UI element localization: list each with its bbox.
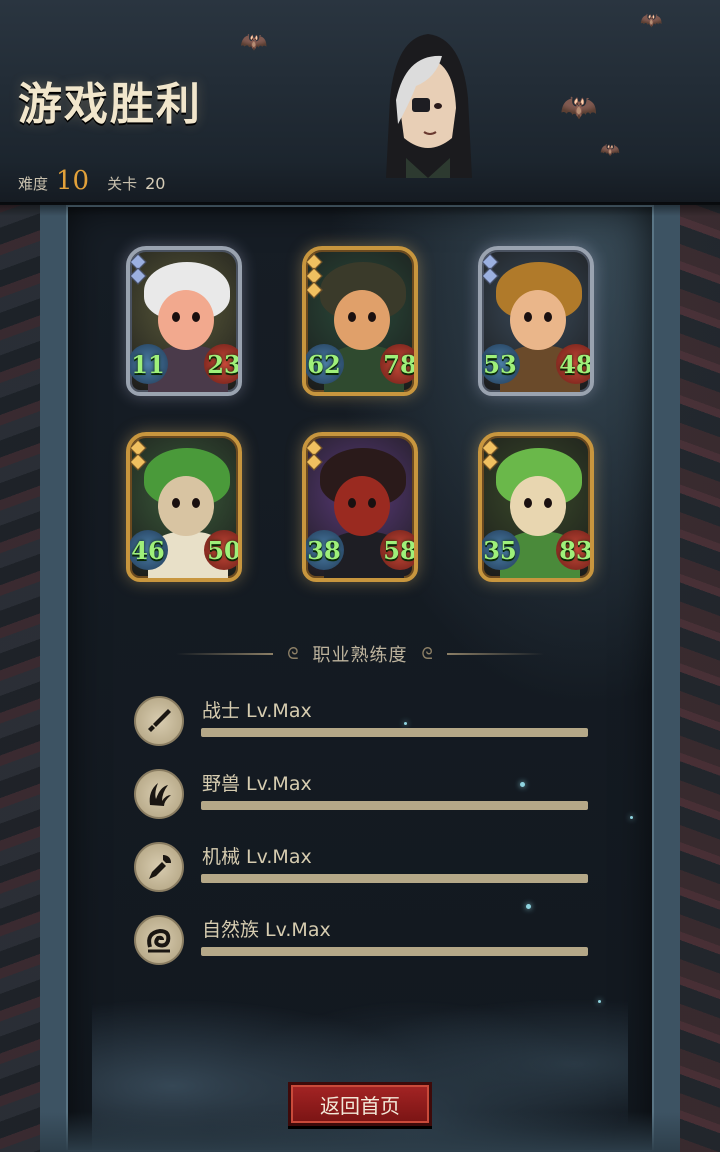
rank-gem-icon	[130, 267, 147, 285]
page-title: 游戏胜利	[18, 79, 202, 130]
attack-stat: 62	[306, 344, 344, 384]
attack-stat: 35	[482, 530, 520, 570]
unit-eye	[172, 312, 180, 322]
mastery-label: 机械 Lv.Max	[202, 846, 312, 868]
rank-gems	[130, 439, 147, 471]
rank-gem-icon	[306, 453, 323, 471]
attack-stat: 11	[130, 344, 168, 384]
unit-card[interactable]: 46 50	[126, 432, 242, 582]
attack-stat: 38	[306, 530, 344, 570]
swirl-ornament-icon: ᘓ	[287, 644, 299, 663]
beast-claw-icon	[134, 769, 184, 819]
header-bar: 游戏胜利 难度 10 关卡 20	[0, 0, 720, 216]
bat-icon: 🦇	[560, 90, 598, 125]
spark-particle	[404, 722, 407, 725]
sword-icon	[134, 696, 184, 746]
mastery-row-nature: 自然族 Lv.Max	[134, 915, 588, 965]
spark-particle	[630, 816, 633, 819]
spark-particle	[526, 904, 531, 909]
hero-avatar	[386, 34, 472, 178]
rank-gems	[130, 253, 147, 285]
unit-face	[334, 290, 390, 350]
unit-eye	[368, 312, 376, 322]
difficulty-label: 难度	[18, 175, 49, 193]
health-stat: 23	[204, 344, 238, 384]
health-stat: 83	[556, 530, 590, 570]
unit-eye	[544, 312, 552, 322]
unit-eye	[172, 498, 180, 508]
unit-card[interactable]: 62 78	[302, 246, 418, 396]
mastery-progress-bar	[201, 728, 588, 737]
rank-gems	[482, 253, 499, 285]
mastery-header: ᘓ 职业熟练度 ᘓ	[176, 640, 544, 668]
divider-line	[176, 653, 274, 655]
mastery-label: 自然族 Lv.Max	[202, 919, 331, 941]
return-home-button[interactable]: 返回首页	[288, 1082, 432, 1126]
unit-eye	[544, 498, 552, 508]
unit-face	[510, 476, 566, 536]
mastery-progress-bar	[201, 801, 588, 810]
unit-eye	[192, 312, 200, 322]
mastery-progress-fill	[201, 728, 588, 737]
mastery-progress-fill	[201, 874, 588, 883]
bat-icon: 🦇	[600, 140, 620, 159]
mastery-progress-bar	[201, 947, 588, 956]
mastery-label: 野兽 Lv.Max	[202, 773, 312, 795]
rank-gems	[482, 439, 499, 471]
rank-gem-icon	[482, 453, 499, 471]
difficulty-value: 10	[56, 166, 90, 196]
unit-card[interactable]: 53 48	[478, 246, 594, 396]
swirl-ornament-icon: ᘓ	[421, 644, 433, 663]
bat-icon: 🦇	[240, 30, 268, 55]
rank-gem-icon	[306, 281, 323, 299]
mastery-progress-fill	[201, 947, 588, 956]
mastery-title: 职业熟练度	[312, 645, 408, 666]
unit-face	[158, 476, 214, 536]
attack-stat: 53	[482, 344, 520, 384]
unit-card[interactable]: 35 83	[478, 432, 594, 582]
unit-eye	[524, 498, 532, 508]
mastery-row-mech: 机械 Lv.Max	[134, 842, 588, 892]
bat-icon: 🦇	[640, 10, 663, 31]
unit-face	[334, 476, 390, 536]
level-label: 关卡	[107, 175, 138, 193]
unit-eye	[348, 312, 356, 322]
health-stat: 58	[380, 530, 414, 570]
mastery-progress-bar	[201, 874, 588, 883]
health-stat: 50	[204, 530, 238, 570]
unit-face	[510, 290, 566, 350]
unit-face	[158, 290, 214, 350]
rank-gem-icon	[130, 453, 147, 471]
wrench-icon	[134, 842, 184, 892]
unit-card[interactable]: 11 23	[126, 246, 242, 396]
mastery-row-beast: 野兽 Lv.Max	[134, 769, 588, 819]
mastery-progress-fill	[201, 801, 588, 810]
unit-eye	[192, 498, 200, 508]
divider-line	[446, 653, 544, 655]
unit-eye	[524, 312, 532, 322]
mastery-label: 战士 Lv.Max	[202, 700, 312, 722]
attack-stat: 46	[130, 530, 168, 570]
level-value: 20	[145, 174, 166, 193]
unit-eye	[368, 498, 376, 508]
nature-swirl-icon	[134, 915, 184, 965]
spark-particle	[598, 1000, 601, 1003]
health-stat: 78	[380, 344, 414, 384]
health-stat: 48	[556, 344, 590, 384]
unit-eye	[348, 498, 356, 508]
rank-gem-icon	[482, 267, 499, 285]
mastery-row-warrior: 战士 Lv.Max	[134, 696, 588, 746]
spark-particle	[520, 782, 525, 787]
unit-card[interactable]: 38 58	[302, 432, 418, 582]
rank-gems	[306, 253, 323, 299]
rank-gems	[306, 439, 323, 471]
run-info: 难度 10 关卡 20	[18, 166, 165, 196]
